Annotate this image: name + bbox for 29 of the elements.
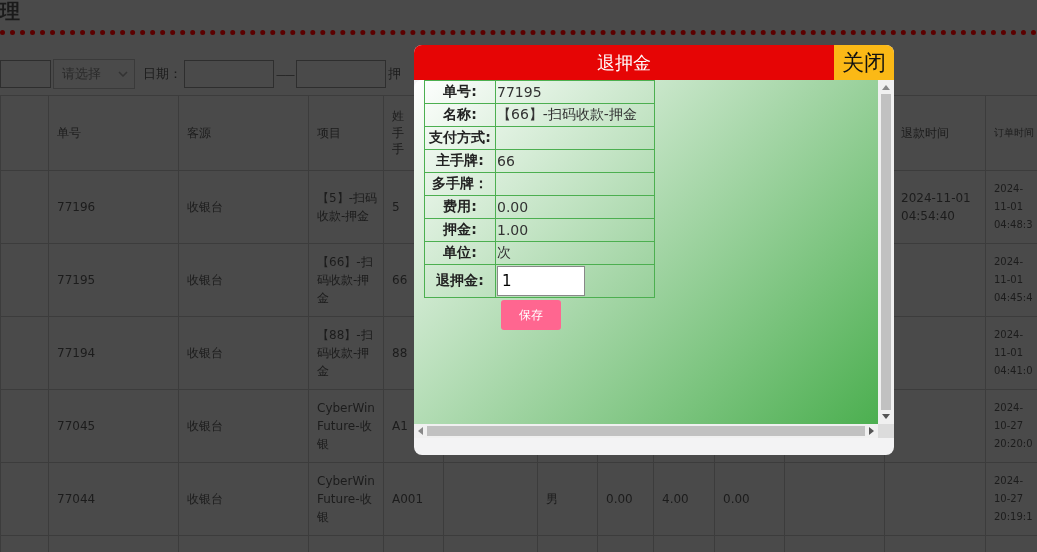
field-value: 【66】-扫码收款-押金 — [495, 103, 655, 127]
scroll-right-icon[interactable] — [869, 427, 874, 435]
field-label: 主手牌: — [424, 149, 496, 173]
vertical-scrollbar[interactable] — [878, 80, 894, 424]
field-value: 次 — [495, 241, 655, 265]
field-label: 押金: — [424, 218, 496, 242]
field-label: 退押金: — [424, 264, 496, 298]
search-field[interactable] — [0, 60, 51, 88]
field-value: 77195 — [495, 80, 655, 104]
field-value: 66 — [495, 149, 655, 173]
dialog-title: 退押金 — [414, 45, 834, 80]
scroll-down-icon[interactable] — [882, 414, 890, 419]
scroll-left-icon[interactable] — [418, 427, 423, 435]
range-separator: —— — [276, 68, 294, 80]
field-label: 费用: — [424, 195, 496, 219]
field-label: 支付方式: — [424, 126, 496, 150]
field-label: 多手牌： — [424, 172, 496, 196]
field-value: 1.00 — [495, 218, 655, 242]
scroll-up-icon[interactable] — [882, 85, 890, 90]
close-button[interactable]: 关闭 — [834, 45, 894, 80]
field-label: 单位: — [424, 241, 496, 265]
scrollbar-corner — [878, 424, 894, 438]
field-label: 名称: — [424, 103, 496, 127]
field-value: 0.00 — [495, 195, 655, 219]
end-date-field[interactable] — [296, 60, 386, 88]
refund-input-field[interactable]: 1 — [497, 266, 585, 296]
horizontal-scrollbar[interactable] — [414, 424, 878, 438]
start-date-field[interactable] — [184, 60, 274, 88]
field-label: 单号: — [424, 80, 496, 104]
